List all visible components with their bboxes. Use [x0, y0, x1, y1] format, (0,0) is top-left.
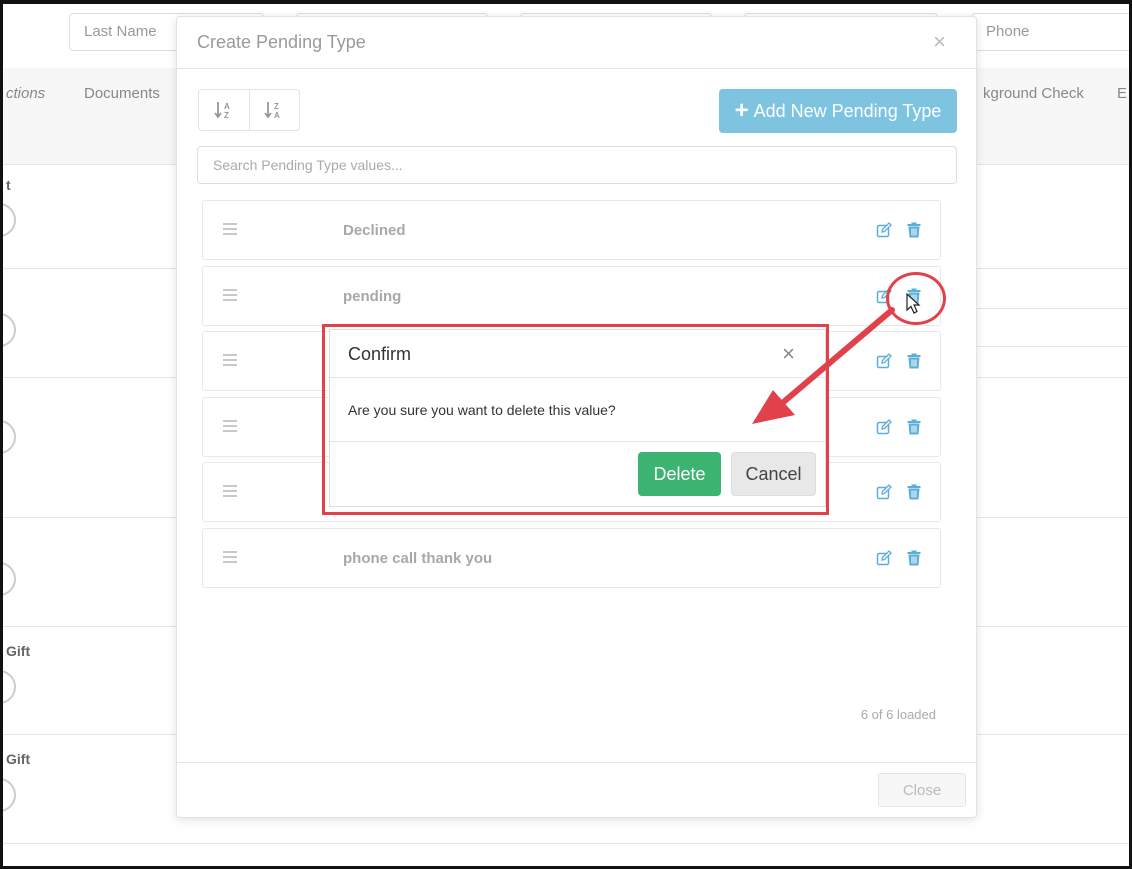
- tab-documents[interactable]: Documents: [84, 85, 160, 102]
- delete-button[interactable]: Delete: [638, 452, 721, 496]
- avatar: [0, 670, 16, 704]
- drag-handle-icon[interactable]: [223, 289, 237, 304]
- cursor-icon: [906, 293, 921, 314]
- drag-handle-icon[interactable]: [223, 551, 237, 566]
- list-item[interactable]: phone call thank you: [202, 528, 941, 588]
- list-item-label: Declined: [343, 222, 406, 239]
- list-item[interactable]: pending: [202, 266, 941, 326]
- divider: [330, 441, 825, 442]
- tab-actions[interactable]: ctions: [6, 85, 45, 102]
- sort-button-group: AZ ZA: [198, 89, 300, 131]
- trash-icon[interactable]: [907, 353, 921, 374]
- row-label: Gift: [6, 751, 31, 767]
- drag-handle-icon[interactable]: [223, 420, 237, 435]
- row-divider: [977, 346, 1132, 347]
- edit-icon[interactable]: [876, 353, 892, 374]
- add-button-label: Add New Pending Type: [753, 100, 942, 121]
- plus-icon: +: [734, 97, 749, 124]
- modal-footer: [177, 762, 976, 763]
- svg-text:A: A: [224, 102, 230, 111]
- close-icon[interactable]: ×: [782, 341, 795, 367]
- svg-text:Z: Z: [274, 102, 279, 111]
- avatar: [0, 562, 16, 596]
- confirm-title: Confirm: [348, 344, 412, 364]
- row-divider: [0, 843, 1132, 844]
- edit-icon[interactable]: [876, 222, 892, 243]
- trash-icon[interactable]: [907, 484, 921, 505]
- avatar: [0, 420, 16, 454]
- svg-text:Z: Z: [224, 111, 229, 120]
- search-input[interactable]: [197, 146, 957, 184]
- list-item-label: pending: [343, 288, 402, 305]
- row-label: t: [6, 177, 11, 193]
- trash-icon[interactable]: [907, 550, 921, 571]
- svg-text:A: A: [274, 111, 280, 120]
- confirm-message: Are you sure you want to delete this val…: [348, 402, 616, 418]
- trash-icon[interactable]: [907, 222, 921, 243]
- list-item-label: phone call thank you: [343, 550, 493, 567]
- avatar: [0, 203, 16, 237]
- drag-handle-icon[interactable]: [223, 354, 237, 369]
- drag-handle-icon[interactable]: [223, 223, 237, 238]
- row-divider: [977, 308, 1132, 309]
- cancel-button[interactable]: Cancel: [731, 452, 816, 496]
- avatar: [0, 778, 16, 812]
- phone-field[interactable]: Phone: [971, 13, 1132, 51]
- sort-z-a-icon[interactable]: ZA: [248, 90, 300, 130]
- edit-icon[interactable]: [876, 484, 892, 505]
- add-new-pending-type-button[interactable]: + Add New Pending Type: [719, 89, 957, 133]
- modal-title: Create Pending Type: [197, 32, 366, 52]
- modal-header: Create Pending Type ×: [177, 17, 976, 69]
- sort-a-z-icon[interactable]: AZ: [199, 90, 249, 130]
- trash-icon[interactable]: [907, 419, 921, 440]
- close-icon[interactable]: ×: [933, 29, 946, 55]
- confirm-dialog: Confirm × Are you sure you want to delet…: [329, 329, 826, 507]
- tab-background-check[interactable]: kground Check: [983, 85, 1084, 102]
- edit-icon[interactable]: [876, 419, 892, 440]
- edit-icon[interactable]: [876, 288, 892, 309]
- edit-icon[interactable]: [876, 550, 892, 571]
- divider: [330, 377, 825, 378]
- drag-handle-icon[interactable]: [223, 485, 237, 500]
- row-label: Gift: [6, 643, 31, 659]
- avatar: [0, 313, 16, 347]
- list-item[interactable]: Declined: [202, 200, 941, 260]
- loaded-count: 6 of 6 loaded: [860, 707, 936, 722]
- close-button[interactable]: Close: [878, 773, 966, 807]
- tab-extra[interactable]: E: [1117, 85, 1127, 102]
